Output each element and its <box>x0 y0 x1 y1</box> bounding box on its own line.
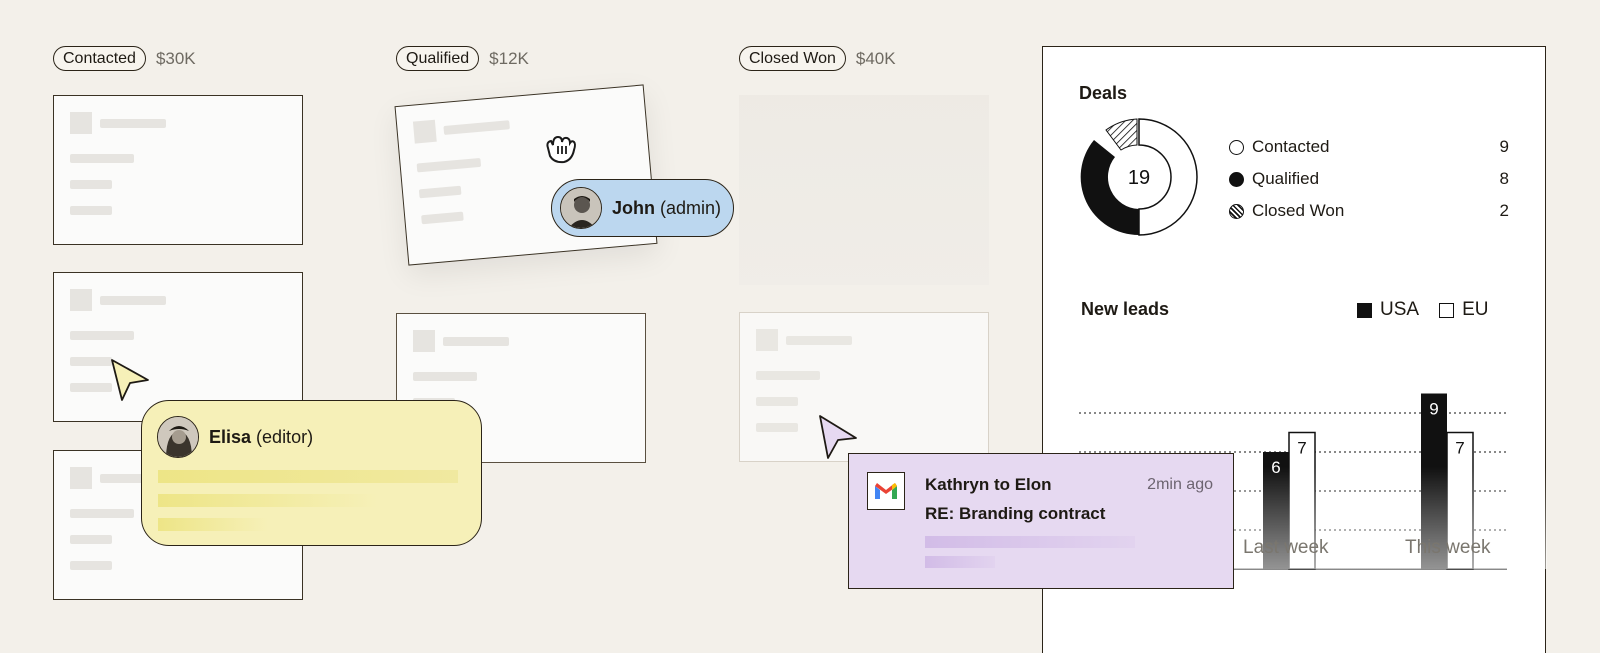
hatched-dot-icon <box>1229 203 1244 219</box>
skeleton-line <box>925 556 995 568</box>
leads-legend: USA EU <box>1357 299 1488 321</box>
avatar <box>157 416 199 458</box>
email-sender: Kathryn to Elon <box>925 475 1052 494</box>
deals-donut-chart: 19 <box>1080 118 1198 236</box>
legend-qualified: Qualified 8 <box>1229 169 1509 189</box>
outline-dot-icon <box>1229 139 1244 155</box>
legend-closed-won: Closed Won 2 <box>1229 201 1509 221</box>
email-time: 2min ago <box>1147 476 1213 493</box>
deals-total: 19 <box>1128 167 1150 189</box>
x-tick-label: This week <box>1405 537 1491 558</box>
column-header-contacted: Contacted $30K <box>53 46 196 71</box>
filled-dot-icon <box>1229 171 1244 187</box>
grab-hand-icon <box>546 135 576 164</box>
collaborator-card-elisa: Elisa (editor) <box>141 400 482 546</box>
stage-pill[interactable]: Closed Won <box>739 46 846 71</box>
deals-title: Deals <box>1079 83 1128 103</box>
stage-amount: $12K <box>489 48 529 68</box>
new-leads-title: New leads <box>1081 299 1170 319</box>
skeleton-line <box>158 494 378 507</box>
stage-pill[interactable]: Contacted <box>53 46 146 71</box>
skeleton-line <box>158 470 458 483</box>
deal-card-dragging[interactable] <box>394 84 658 266</box>
legend-contacted: Contacted 9 <box>1229 137 1509 157</box>
deal-card[interactable] <box>53 95 303 245</box>
drop-placeholder[interactable] <box>739 95 989 285</box>
email-notification[interactable]: Kathryn to Elon 2min ago RE: Branding co… <box>848 453 1234 589</box>
deal-card[interactable] <box>739 312 989 462</box>
bar-value-label: 7 <box>1297 439 1306 458</box>
column-header-closed-won: Closed Won $40K <box>739 46 896 71</box>
x-tick-label: Last week <box>1243 537 1329 558</box>
stage-amount: $30K <box>155 48 196 68</box>
gmail-icon <box>867 472 905 510</box>
bar-value-label: 7 <box>1455 439 1464 458</box>
column-header-qualified: Qualified $12K <box>396 46 529 71</box>
collaborator-name: Elisa (editor) <box>209 426 314 447</box>
email-subject: RE: Branding contract <box>925 504 1106 523</box>
avatar <box>560 187 602 229</box>
stage-amount: $40K <box>855 48 896 68</box>
collaborator-chip-john: John (admin) <box>551 179 735 237</box>
skeleton-line <box>158 518 268 531</box>
bar-value-label: 9 <box>1429 400 1438 419</box>
usa-swatch-icon <box>1357 302 1372 318</box>
stage-pill[interactable]: Qualified <box>396 46 480 71</box>
collaborator-name: John (admin) <box>612 197 722 218</box>
skeleton-line <box>925 536 1135 548</box>
cursor-arrow-icon <box>111 359 149 401</box>
eu-swatch-icon <box>1439 302 1455 318</box>
